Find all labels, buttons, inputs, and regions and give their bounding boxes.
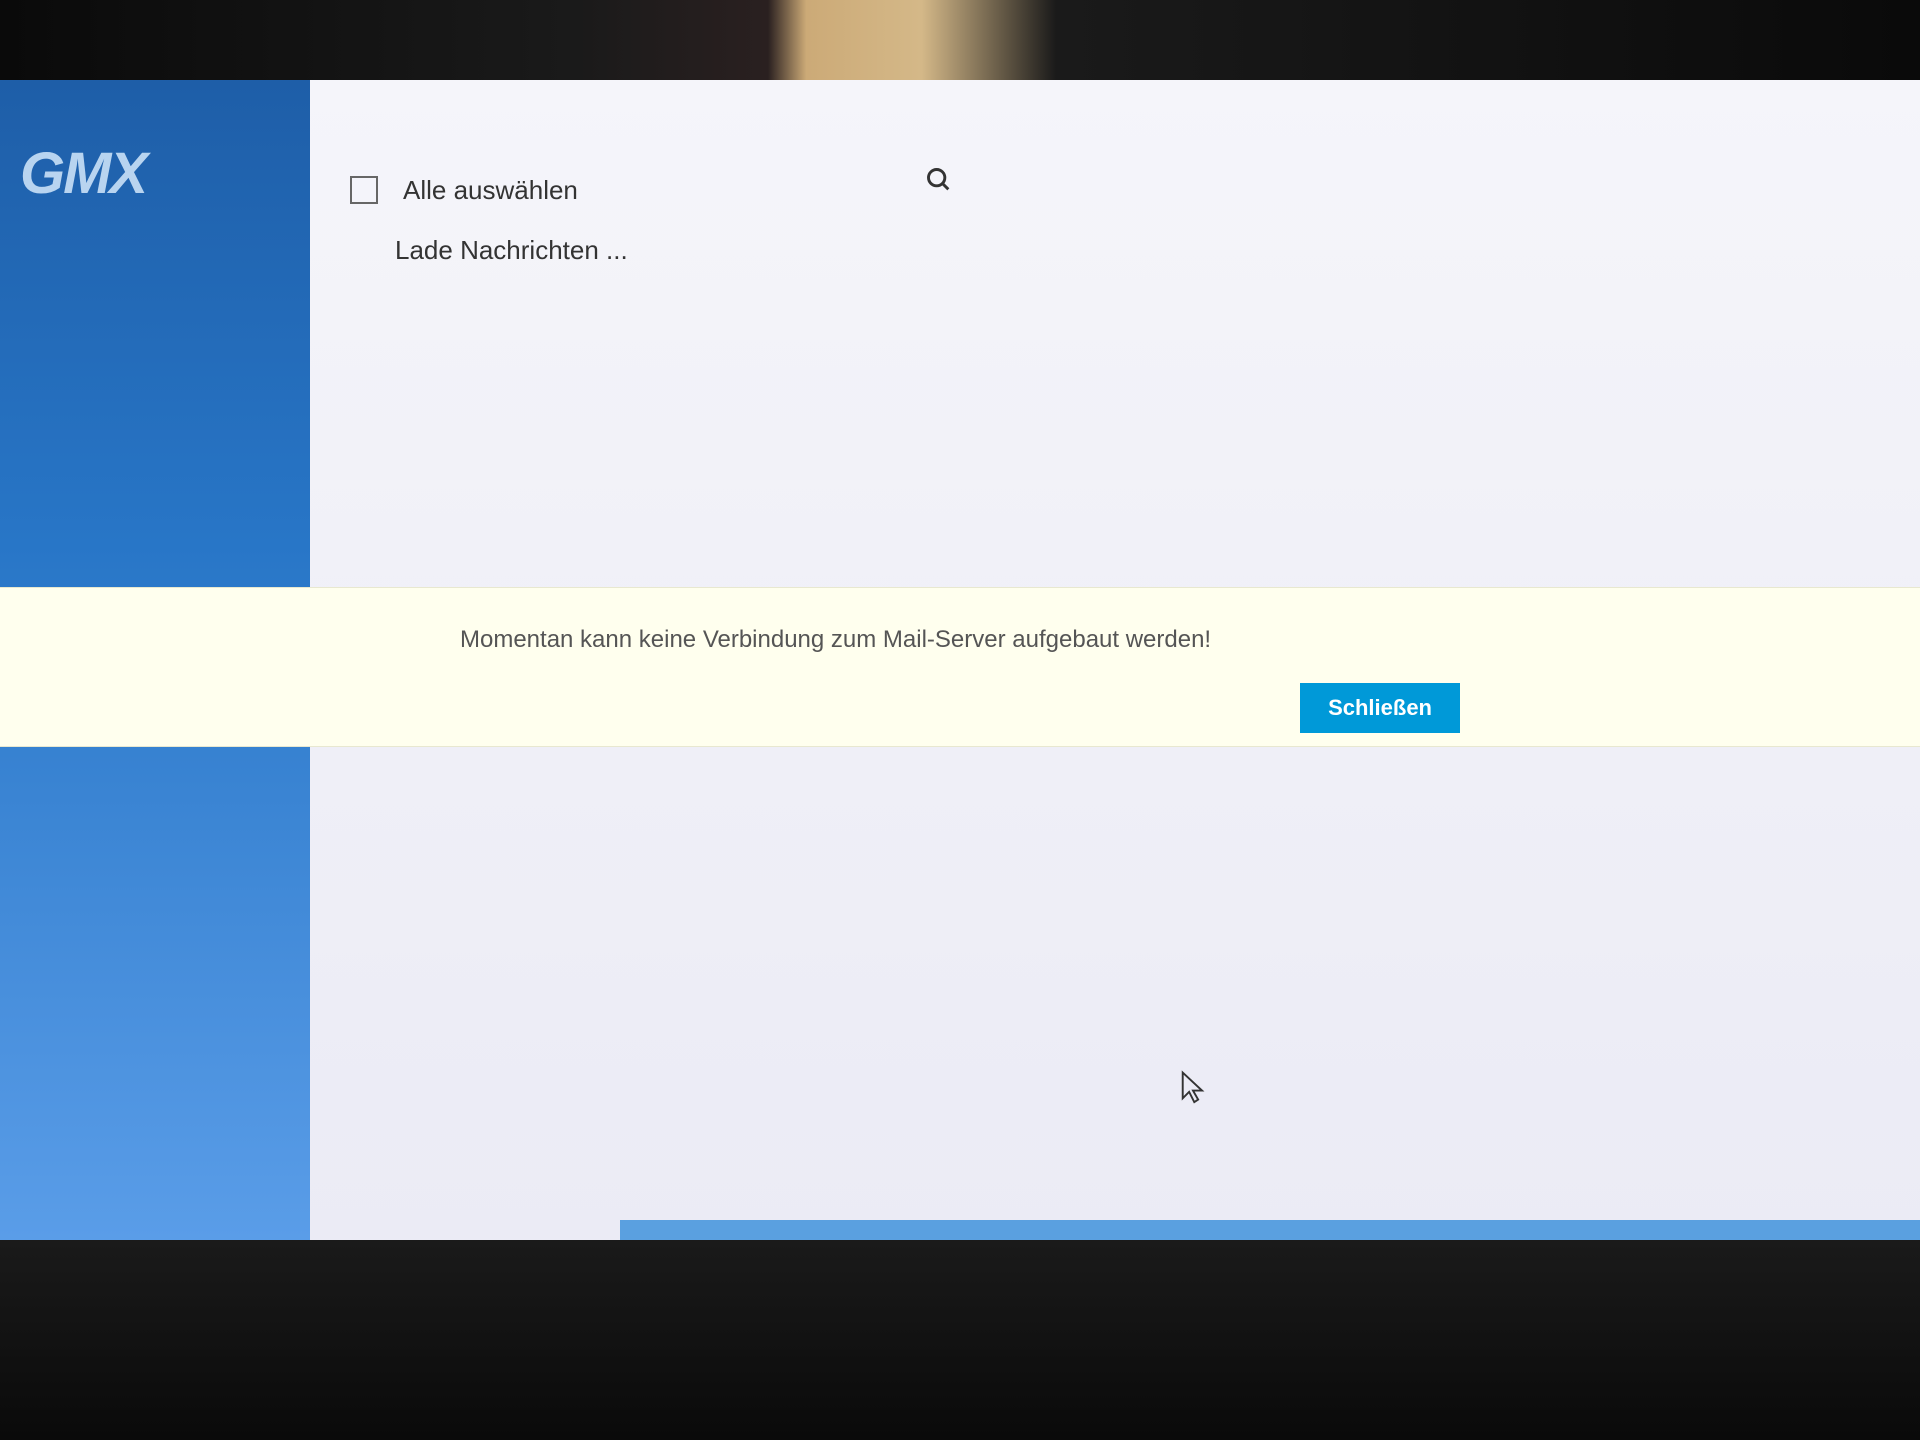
close-button[interactable]: Schließen — [1300, 683, 1460, 733]
screen-area: GMX Alle auswählen Lade Nachrichten ... … — [0, 80, 1920, 1240]
monitor-top-bezel — [0, 0, 1920, 80]
taskbar — [620, 1220, 1920, 1240]
select-all-checkbox[interactable] — [350, 176, 378, 204]
toolbar: Alle auswählen — [350, 160, 1880, 220]
monitor-bottom-bezel — [0, 1240, 1920, 1440]
loading-messages-text: Lade Nachrichten ... — [395, 235, 628, 266]
notification-bar: Momentan kann keine Verbindung zum Mail-… — [0, 587, 1920, 747]
select-all-label: Alle auswählen — [403, 175, 578, 206]
notification-message: Momentan kann keine Verbindung zum Mail-… — [460, 626, 1211, 654]
search-icon[interactable] — [925, 166, 953, 199]
gmx-logo: GMX — [20, 140, 146, 207]
